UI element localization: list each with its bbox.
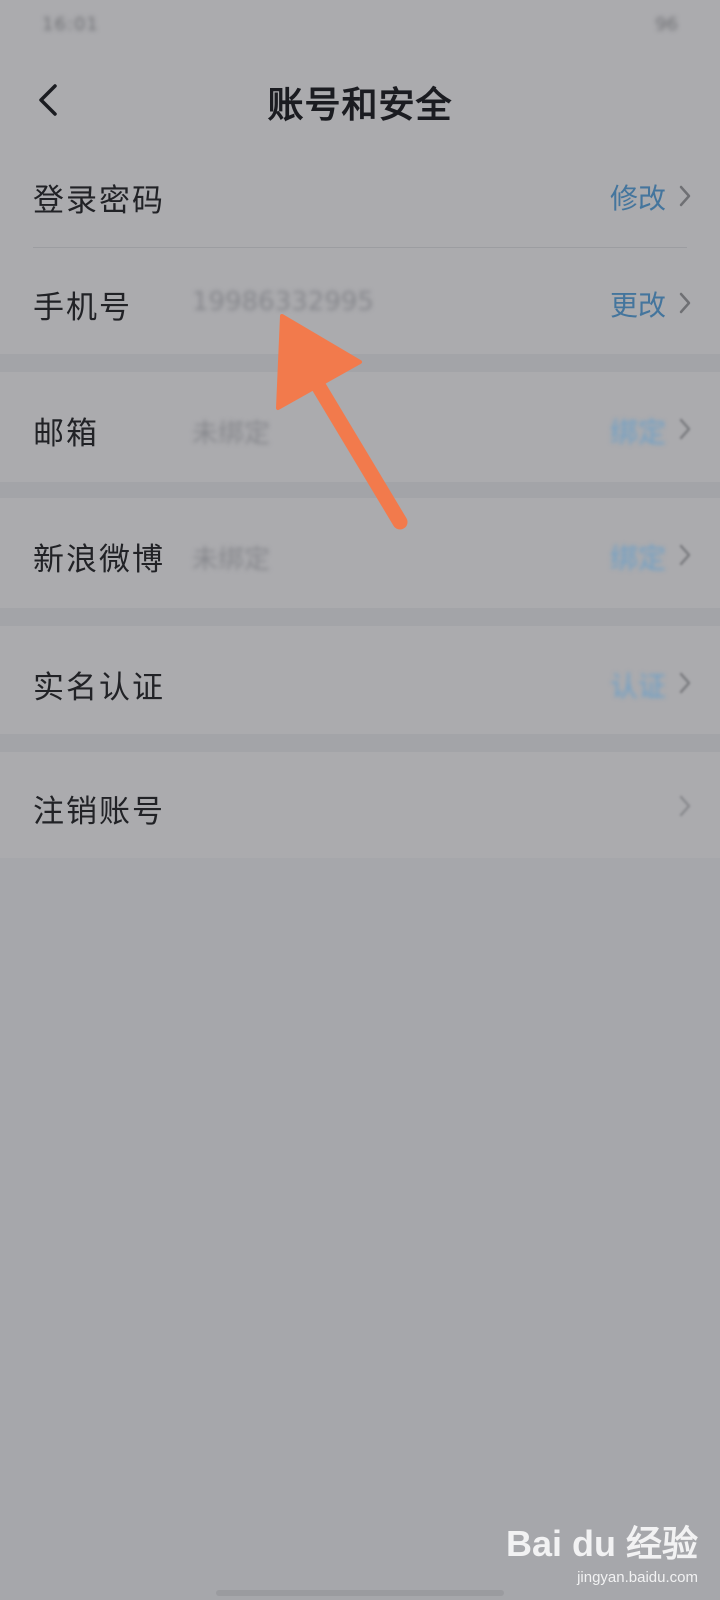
home-indicator[interactable] xyxy=(216,1590,504,1596)
row-email[interactable]: 邮箱 未绑定 绑定 xyxy=(0,372,720,482)
section-cancel: 注销账号 xyxy=(0,752,720,858)
section-verification: 实名认证 认证 xyxy=(0,626,720,734)
section-gap xyxy=(0,608,720,626)
status-time: 16:01 xyxy=(42,14,99,35)
section-gap xyxy=(0,354,720,372)
verify-link[interactable]: 认证 xyxy=(610,665,666,705)
change-phone-link[interactable]: 更改 xyxy=(610,284,666,324)
chevron-right-icon xyxy=(679,795,691,817)
status-bar: 16:01 96 xyxy=(0,0,720,56)
status-battery: 96 xyxy=(655,14,678,35)
row-login-password[interactable]: 登录密码 修改 xyxy=(0,148,720,248)
row-label: 登录密码 xyxy=(33,183,165,219)
row-cancel-account[interactable]: 注销账号 xyxy=(0,752,720,862)
bind-email-link[interactable]: 绑定 xyxy=(610,411,666,451)
section-weibo: 新浪微博 未绑定 绑定 xyxy=(0,498,720,608)
watermark-brand: Bai du 经验 xyxy=(505,1523,698,1564)
weibo-value: 未绑定 xyxy=(192,545,271,575)
watermark: Bai du 经验 jingyan.baidu.com xyxy=(506,1515,698,1586)
chevron-right-icon xyxy=(679,672,691,694)
row-label: 实名认证 xyxy=(33,670,165,706)
section-login: 登录密码 修改 手机号 19986332995 更改 xyxy=(0,148,720,354)
phone-number-value: 19986332995 xyxy=(192,287,374,317)
chevron-right-icon xyxy=(679,292,691,314)
watermark-url: jingyan.baidu.com xyxy=(577,1569,698,1586)
row-label: 手机号 xyxy=(33,290,132,326)
chevron-right-icon xyxy=(679,185,691,207)
row-label: 新浪微博 xyxy=(33,542,165,578)
header: 账号和安全 xyxy=(0,56,720,148)
chevron-right-icon xyxy=(679,544,691,566)
row-label: 注销账号 xyxy=(33,794,165,830)
section-gap xyxy=(0,734,720,752)
section-email: 邮箱 未绑定 绑定 xyxy=(0,372,720,482)
row-weibo[interactable]: 新浪微博 未绑定 绑定 xyxy=(0,498,720,608)
page-title: 账号和安全 xyxy=(267,85,453,126)
row-phone[interactable]: 手机号 19986332995 更改 xyxy=(0,248,720,354)
modify-password-link[interactable]: 修改 xyxy=(610,177,666,217)
row-label: 邮箱 xyxy=(33,416,99,452)
bind-weibo-link[interactable]: 绑定 xyxy=(610,537,666,577)
row-real-name[interactable]: 实名认证 认证 xyxy=(0,626,720,736)
section-gap xyxy=(0,482,720,498)
email-value: 未绑定 xyxy=(192,419,271,449)
chevron-right-icon xyxy=(679,418,691,440)
